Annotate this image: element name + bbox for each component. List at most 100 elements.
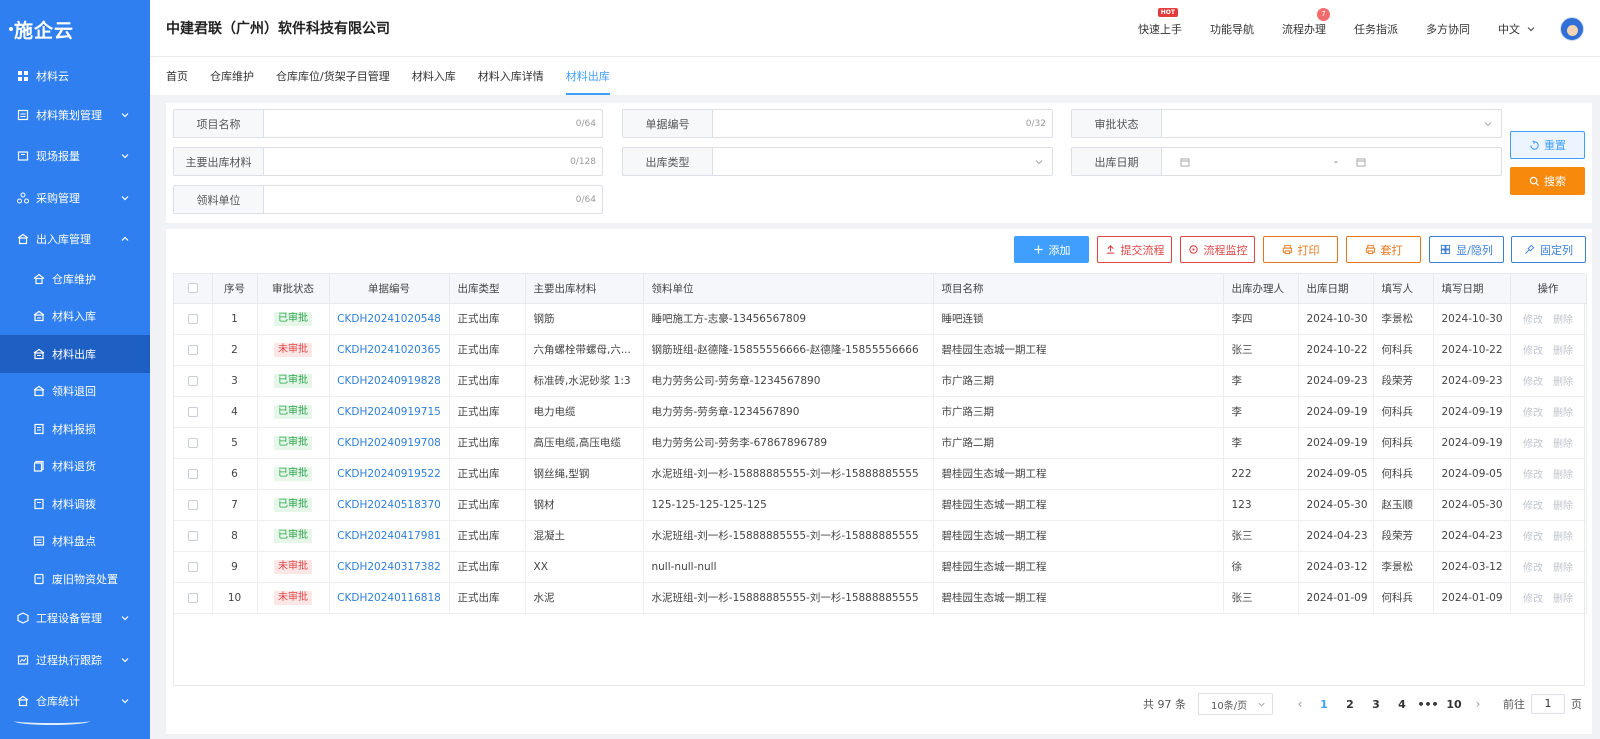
project-name-input[interactable]: 0/64 bbox=[264, 110, 602, 137]
sidebar-item-equipment[interactable]: 工程设备管理 bbox=[0, 598, 150, 640]
submit-flow-button[interactable]: 提交流程 bbox=[1097, 236, 1172, 263]
row-checkbox[interactable] bbox=[187, 530, 198, 541]
edit-button[interactable]: 修改 bbox=[1523, 532, 1543, 543]
row-checkbox[interactable] bbox=[187, 344, 198, 355]
table-row[interactable]: 2 未审批 CKDH20241020365 正式出库 六角螺栓带螺母,六... 钢筋班组-… bbox=[174, 334, 1587, 366]
sidebar-item-purchase[interactable]: 采购管理 bbox=[0, 177, 150, 219]
flow-monitor-button[interactable]: 流程监控 bbox=[1180, 236, 1255, 263]
doc-no-link[interactable]: CKDH20240919708 bbox=[337, 437, 441, 449]
page-ellipsis[interactable]: ••• bbox=[1415, 698, 1441, 711]
delete-button[interactable]: 删除 bbox=[1553, 470, 1573, 481]
language-select[interactable]: 中文 bbox=[1498, 21, 1536, 37]
doc-no-link[interactable]: CKDH20240919715 bbox=[337, 406, 441, 418]
logo[interactable]: 施企云 bbox=[0, 0, 150, 725]
row-select-cell[interactable] bbox=[174, 458, 213, 490]
add-button[interactable]: 添加 bbox=[1014, 236, 1089, 263]
nav-quick-start[interactable]: HOT 快速上手 bbox=[1138, 7, 1182, 37]
doc-no-link[interactable]: CKDH20240919828 bbox=[337, 375, 441, 387]
print-button[interactable]: 打印 bbox=[1263, 236, 1338, 263]
page-4[interactable]: 4 bbox=[1389, 698, 1415, 711]
nav-task-assign[interactable]: 任务指派 bbox=[1354, 21, 1398, 37]
fix-column-button[interactable]: 固定列 bbox=[1511, 236, 1586, 263]
row-select-cell[interactable] bbox=[174, 365, 213, 397]
row-checkbox[interactable] bbox=[187, 406, 198, 417]
nav-flow-handle[interactable]: 7 流程办理 bbox=[1282, 7, 1330, 37]
delete-button[interactable]: 删除 bbox=[1553, 501, 1573, 512]
prev-page-button[interactable]: ‹ bbox=[1289, 697, 1311, 711]
doc-no-link[interactable]: CKDH20240919522 bbox=[337, 468, 441, 480]
show-hide-columns-button[interactable]: 显/隐列 bbox=[1429, 236, 1504, 263]
sidebar-item-site-report[interactable]: 现场报量 bbox=[0, 136, 150, 178]
table-row[interactable]: 9 未审批 CKDH20240317382 正式出库 XX null-null-null 碧… bbox=[174, 551, 1587, 583]
page-2[interactable]: 2 bbox=[1337, 698, 1363, 711]
table-row[interactable]: 7 已审批 CKDH20240518370 正式出库 钢材 125-125-125-125… bbox=[174, 489, 1587, 521]
nav-function-guide[interactable]: 功能导航 bbox=[1210, 21, 1254, 37]
row-select-cell[interactable] bbox=[174, 396, 213, 428]
delete-button[interactable]: 删除 bbox=[1553, 563, 1573, 574]
tab-material-in[interactable]: 材料入库 bbox=[412, 68, 456, 95]
page-size-select[interactable]: 10条/页 bbox=[1198, 693, 1273, 715]
sidebar-item-material-plan[interactable]: 材料策划管理 bbox=[0, 94, 150, 136]
doc-no-link[interactable]: CKDH20240317382 bbox=[337, 561, 441, 573]
approval-status-select[interactable] bbox=[1162, 110, 1501, 137]
table-row[interactable]: 8 已审批 CKDH20240417981 正式出库 混凝土 水泥班组-刘一杉-15888… bbox=[174, 520, 1587, 552]
row-select-cell[interactable] bbox=[174, 520, 213, 552]
edit-button[interactable]: 修改 bbox=[1523, 346, 1543, 357]
select-all-checkbox[interactable] bbox=[187, 283, 198, 294]
delete-button[interactable]: 删除 bbox=[1553, 408, 1573, 419]
table-row[interactable]: 1 已审批 CKDH20241020548 正式出库 钢筋 睡吧施工方-志豪-134565… bbox=[174, 303, 1587, 335]
edit-button[interactable]: 修改 bbox=[1523, 408, 1543, 419]
sidebar-item-material-transfer[interactable]: 材料调拨 bbox=[0, 485, 150, 523]
template-print-button[interactable]: 套打 bbox=[1346, 236, 1421, 263]
tab-material-in-detail[interactable]: 材料入库详情 bbox=[478, 68, 544, 95]
row-checkbox[interactable] bbox=[187, 561, 198, 572]
page-1[interactable]: 1 bbox=[1311, 698, 1337, 711]
row-select-cell[interactable] bbox=[174, 334, 213, 366]
sidebar-item-process-track[interactable]: 过程执行跟踪 bbox=[0, 639, 150, 681]
row-checkbox[interactable] bbox=[187, 592, 198, 603]
doc-no-input[interactable]: 0/32 bbox=[713, 110, 1052, 137]
delete-button[interactable]: 删除 bbox=[1553, 439, 1573, 450]
doc-no-link[interactable]: CKDH20241020365 bbox=[337, 344, 441, 356]
out-date-range[interactable]: - bbox=[1162, 148, 1501, 175]
page-3[interactable]: 3 bbox=[1363, 698, 1389, 711]
edit-button[interactable]: 修改 bbox=[1523, 470, 1543, 481]
table-row[interactable]: 5 已审批 CKDH20240919708 正式出库 高压电缆,高压电缆 电力劳务公司-劳… bbox=[174, 427, 1587, 459]
row-select-cell[interactable] bbox=[174, 582, 213, 614]
doc-no-link[interactable]: CKDH20240116818 bbox=[337, 592, 441, 604]
row-select-cell[interactable] bbox=[174, 427, 213, 459]
edit-button[interactable]: 修改 bbox=[1523, 563, 1543, 574]
sidebar-item-material-cloud[interactable]: 材料云 bbox=[0, 58, 150, 94]
page-10[interactable]: 10 bbox=[1441, 698, 1467, 711]
edit-button[interactable]: 修改 bbox=[1523, 594, 1543, 605]
sidebar-item-material-inventory[interactable]: 材料盘点 bbox=[0, 523, 150, 561]
tab-storage-location[interactable]: 仓库库位/货架子目管理 bbox=[276, 68, 390, 95]
sidebar-item-material-refund[interactable]: 材料退货 bbox=[0, 448, 150, 486]
row-checkbox[interactable] bbox=[187, 437, 198, 448]
row-checkbox[interactable] bbox=[187, 313, 198, 324]
delete-button[interactable]: 删除 bbox=[1553, 346, 1573, 357]
sidebar-item-material-damage[interactable]: 材料报损 bbox=[0, 410, 150, 448]
out-type-select[interactable] bbox=[713, 148, 1052, 175]
row-checkbox[interactable] bbox=[187, 375, 198, 386]
delete-button[interactable]: 删除 bbox=[1553, 594, 1573, 605]
delete-button[interactable]: 删除 bbox=[1553, 315, 1573, 326]
delete-button[interactable]: 删除 bbox=[1553, 532, 1573, 543]
row-select-cell[interactable] bbox=[174, 551, 213, 583]
tab-home[interactable]: 首页 bbox=[166, 68, 188, 95]
delete-button[interactable]: 删除 bbox=[1553, 377, 1573, 388]
edit-button[interactable]: 修改 bbox=[1523, 439, 1543, 450]
select-all-cell[interactable] bbox=[174, 274, 213, 304]
table-row[interactable]: 10 未审批 CKDH20240116818 正式出库 水泥 水泥班组-刘一杉-15888… bbox=[174, 582, 1587, 614]
next-page-button[interactable]: › bbox=[1467, 697, 1489, 711]
search-button[interactable]: 搜索 bbox=[1510, 167, 1585, 195]
sidebar-item-pick-return[interactable]: 领料退回 bbox=[0, 373, 150, 411]
row-checkbox[interactable] bbox=[187, 468, 198, 479]
doc-no-link[interactable]: CKDH20240417981 bbox=[337, 530, 441, 542]
row-select-cell[interactable] bbox=[174, 489, 213, 521]
sidebar-item-warehouse-stats[interactable]: 仓库统计 bbox=[0, 681, 150, 723]
sidebar-item-material-in[interactable]: 材料入库 bbox=[0, 298, 150, 336]
sidebar-item-material-out[interactable]: 材料出库 bbox=[0, 335, 150, 373]
edit-button[interactable]: 修改 bbox=[1523, 501, 1543, 512]
nav-collaboration[interactable]: 多方协同 bbox=[1426, 21, 1470, 37]
